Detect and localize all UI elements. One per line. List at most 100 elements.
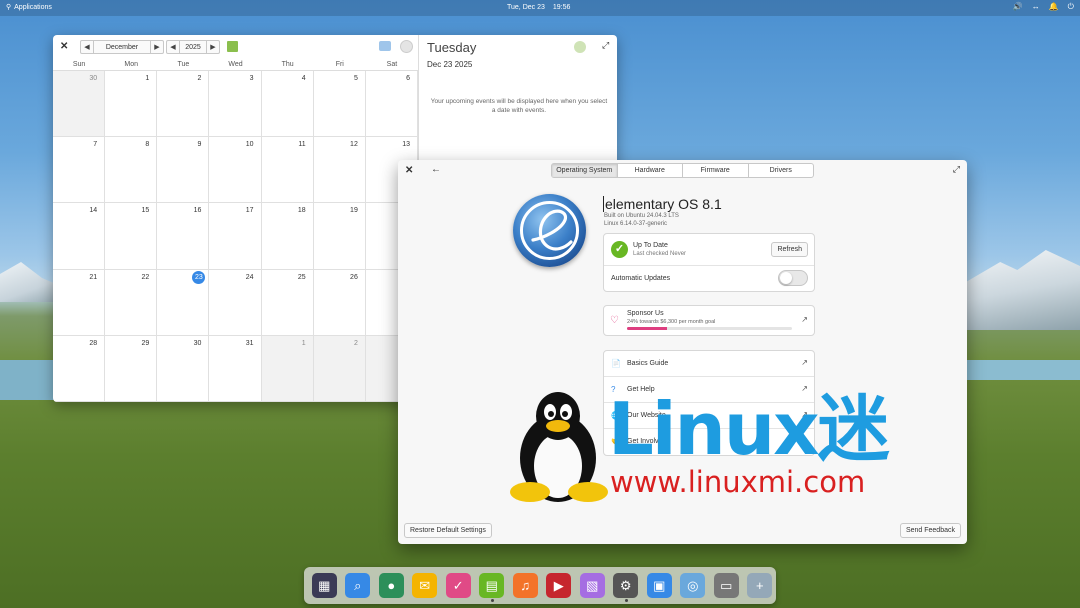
gear-icon[interactable]: [400, 40, 413, 53]
refresh-button[interactable]: Refresh: [771, 242, 808, 257]
calendar-icon[interactable]: ▤: [476, 569, 509, 602]
calendar-day-cell[interactable]: 17: [209, 203, 262, 270]
videos-icon[interactable]: ▶: [543, 569, 576, 602]
fullscreen-icon[interactable]: ⤢: [602, 40, 609, 51]
notifications-icon[interactable]: 🔔: [1049, 2, 1059, 12]
system-settings-icon[interactable]: ⚙: [610, 569, 643, 602]
day-number: 29: [141, 339, 150, 347]
calendar-day-cell[interactable]: 10: [209, 137, 262, 204]
document-icon: 📄: [611, 359, 621, 368]
screenshot-icon[interactable]: ◎: [677, 569, 710, 602]
calendar-day-cell[interactable]: 8: [105, 137, 158, 204]
calendar-day-cell[interactable]: 12: [313, 137, 366, 204]
tab-drivers[interactable]: Drivers: [749, 164, 814, 177]
calendar-day-cell[interactable]: 5: [313, 71, 366, 138]
calendar-day-cell[interactable]: 15: [105, 203, 158, 270]
calendar-day-cell[interactable]: 7: [53, 137, 106, 204]
agenda-hint: Your upcoming events will be displayed h…: [430, 98, 608, 114]
calendar-day-cell[interactable]: 22: [105, 269, 158, 336]
applications-menu[interactable]: ⚲ Applications: [6, 3, 52, 12]
calendar-day-cell[interactable]: 1: [105, 71, 158, 138]
photos-icon[interactable]: ▧: [576, 569, 609, 602]
calendar-day-cell[interactable]: 19: [313, 203, 366, 270]
volume-icon[interactable]: 🔊: [1013, 2, 1023, 12]
restore-defaults-button[interactable]: Restore Default Settings: [404, 523, 492, 538]
calendar-day-cell[interactable]: 23: [157, 269, 210, 336]
calendar-day-cell[interactable]: 21: [53, 269, 106, 336]
music-icon[interactable]: ♫: [509, 569, 542, 602]
day-number: 2: [353, 339, 358, 347]
calendar-day-cell[interactable]: 25: [261, 269, 314, 336]
multitasking-view-icon[interactable]: ▦: [308, 569, 341, 602]
day-number: 31: [245, 339, 254, 347]
export-icon[interactable]: [379, 41, 391, 51]
terminal-icon[interactable]: ▭: [710, 569, 743, 602]
close-icon[interactable]: ✕: [405, 165, 413, 176]
month-stepper[interactable]: ◀ December ▶: [80, 40, 164, 54]
tab-firmware[interactable]: Firmware: [683, 164, 749, 177]
year-stepper[interactable]: ◀ 2025 ▶: [166, 40, 220, 54]
previous-month-button[interactable]: ◀: [81, 41, 94, 53]
calendar-day-cell[interactable]: 2: [157, 71, 210, 138]
system-tabs: Operating System Hardware Firmware Drivers: [551, 163, 814, 178]
background-lake-right: [966, 360, 1080, 380]
calendar-day-cell[interactable]: 1: [261, 335, 314, 402]
multitasking-view-glyph: ▦: [311, 573, 337, 598]
day-number: 8: [145, 141, 150, 149]
files-icon[interactable]: ⌕: [342, 569, 375, 602]
calendar-day-cell[interactable]: 6: [365, 71, 418, 138]
back-arrow-icon[interactable]: ←: [431, 164, 441, 175]
tasks-icon[interactable]: ✓: [442, 569, 475, 602]
clock[interactable]: Tue, Dec 23 19:56: [507, 4, 578, 11]
tasks-glyph: ✓: [445, 573, 471, 598]
next-month-button[interactable]: ▶: [150, 41, 163, 53]
add-event-icon[interactable]: [574, 41, 586, 53]
running-indicator: [490, 599, 494, 602]
auto-updates-toggle[interactable]: [778, 270, 808, 286]
next-year-button[interactable]: ▶: [206, 41, 219, 53]
tab-operating-system[interactable]: Operating System: [552, 164, 618, 177]
watermark-url: www.linuxmi.com: [610, 465, 866, 499]
agenda-day-name: Tuesday: [427, 40, 477, 55]
year-label: 2025: [185, 43, 201, 51]
calendar-day-cell[interactable]: 30: [157, 335, 210, 402]
auto-updates-row: Automatic Updates: [604, 266, 814, 292]
calendar-day-cell[interactable]: 24: [209, 269, 262, 336]
day-number: 12: [350, 141, 358, 149]
calendar-day-cell[interactable]: 16: [157, 203, 210, 270]
mail-icon[interactable]: ✉: [409, 569, 442, 602]
add-app-icon[interactable]: +: [744, 569, 777, 602]
calendar-day-cell[interactable]: 28: [53, 335, 106, 402]
day-number: 14: [89, 207, 98, 215]
day-number: 24: [245, 273, 254, 281]
calendar-day-cell[interactable]: 2: [313, 335, 366, 402]
calendar-day-cell[interactable]: 31: [209, 335, 262, 402]
os-name: elementary OS 8.1: [603, 196, 722, 212]
calendar-day-cell[interactable]: 14: [53, 203, 106, 270]
link-row[interactable]: 📄 Basics Guide ↗: [604, 351, 814, 377]
tab-hardware[interactable]: Hardware: [618, 164, 683, 177]
weekday-label: Wed: [228, 61, 243, 68]
photos-glyph: ▧: [579, 573, 605, 598]
fullscreen-icon[interactable]: ⤢: [953, 164, 960, 175]
calendar-toolbar: ✕ ◀ December ▶ ◀ 2025 ▶: [53, 35, 418, 59]
calendar-day-cell[interactable]: 3: [209, 71, 262, 138]
calendar-day-cell[interactable]: 9: [157, 137, 210, 204]
calendar-day-cell[interactable]: 26: [313, 269, 366, 336]
calendar-day-cell[interactable]: 4: [261, 71, 314, 138]
close-icon[interactable]: ✕: [60, 41, 68, 52]
sponsor-card[interactable]: ♡ Sponsor Us 24% towards $6,300 per mont…: [603, 305, 815, 336]
calendar-day-cell[interactable]: 11: [261, 137, 314, 204]
power-icon[interactable]: ⏻: [1068, 2, 1074, 12]
calendar-grid-icon[interactable]: [227, 41, 238, 52]
network-icon[interactable]: ↔: [1032, 2, 1040, 12]
calendar-day-cell[interactable]: 18: [261, 203, 314, 270]
previous-year-button[interactable]: ◀: [167, 41, 180, 53]
calendar-glyph: ▤: [479, 573, 505, 598]
calendar-day-cell[interactable]: 29: [105, 335, 158, 402]
send-feedback-button[interactable]: Send Feedback: [899, 523, 961, 538]
calendar-day-cell[interactable]: 30: [53, 71, 106, 138]
appcenter-icon[interactable]: ▣: [643, 569, 676, 602]
web-browser-icon[interactable]: ●: [375, 569, 408, 602]
videos-glyph: ▶: [546, 573, 572, 598]
